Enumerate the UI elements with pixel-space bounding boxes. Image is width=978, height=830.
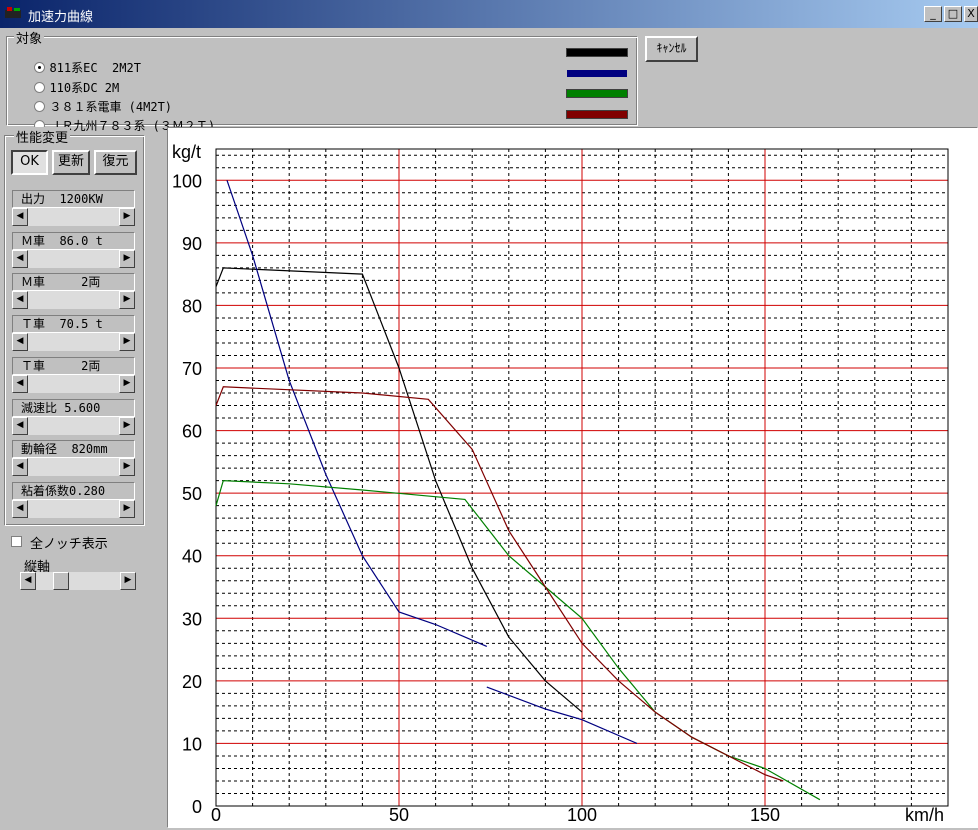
y-tick-label: 30: [182, 609, 202, 629]
y-tick-label: 0: [192, 797, 202, 817]
target-option-110[interactable]: 110系DC 2M: [20, 65, 119, 95]
x-tick-label: 150: [750, 805, 780, 825]
scroll-left-arrow-icon[interactable]: ◀: [20, 572, 36, 590]
series-color-swatch: [566, 69, 628, 78]
title-bar: 加速力曲線 _ □ X: [0, 0, 978, 28]
param-scrollbar[interactable]: ◀ ▶: [12, 374, 135, 393]
chart-panel: 0 10 20 30 40 50 60 70 80 90 100 0 50 100 150 kg/t km/h: [167, 127, 978, 828]
close-button[interactable]: X: [964, 6, 978, 22]
param-scrollbar[interactable]: ◀ ▶: [12, 499, 135, 518]
param-scrollbar[interactable]: ◀ ▶: [12, 333, 135, 352]
param-row: Ｔ車 70.5 t ◀ ▶: [12, 315, 135, 356]
cancel-button[interactable]: ｷｬﾝｾﾙ: [645, 36, 698, 62]
vertical-axis-scrollbar[interactable]: ◀ ▶: [20, 572, 136, 590]
param-row: 粘着係数0.280 ◀ ▶: [12, 481, 135, 523]
scroll-right-arrow-icon[interactable]: ▶: [119, 249, 135, 268]
y-tick-label: 90: [182, 234, 202, 254]
param-label: Ｔ車 70.5 t: [12, 315, 135, 334]
target-option-811[interactable]: 811系EC 2M2T: [20, 45, 141, 75]
param-scrollbar[interactable]: ◀ ▶: [12, 416, 135, 435]
param-row: 減速比 5.600 ◀ ▶: [12, 398, 135, 440]
acceleration-chart: 0 10 20 30 40 50 60 70 80 90 100 0 50 100 150 kg/t km/h: [172, 142, 949, 825]
x-tick-label: 100: [567, 805, 597, 825]
scroll-right-arrow-icon[interactable]: ▶: [119, 291, 135, 310]
series-color-swatch: [566, 89, 628, 98]
scroll-right-arrow-icon[interactable]: ▶: [119, 499, 135, 518]
series-color-swatch: [566, 110, 628, 119]
param-scrollbar[interactable]: ◀ ▶: [12, 208, 135, 226]
param-label: Ｔ車 2両: [12, 356, 135, 375]
scroll-right-arrow-icon[interactable]: ▶: [119, 458, 135, 477]
param-row: 動輪径 820mm ◀ ▶: [12, 440, 135, 481]
scroll-left-arrow-icon[interactable]: ◀: [12, 249, 28, 268]
param-label: 動輪径 820mm: [12, 440, 135, 459]
x-tick-label: 0: [211, 805, 221, 825]
app-icon: [5, 7, 21, 18]
scroll-right-arrow-icon[interactable]: ▶: [119, 208, 135, 226]
y-tick-label: 40: [182, 547, 202, 567]
param-row: 出力 1200KW ◀ ▶: [12, 190, 135, 231]
maximize-button[interactable]: □: [944, 6, 962, 22]
param-scrollbar[interactable]: ◀ ▶: [12, 249, 135, 268]
ok-button[interactable]: OK: [11, 150, 48, 175]
scroll-left-arrow-icon[interactable]: ◀: [12, 291, 28, 310]
param-label: 粘着係数0.280: [12, 481, 135, 500]
y-tick-label: 50: [182, 484, 202, 504]
minimize-button[interactable]: _: [924, 6, 942, 22]
scroll-left-arrow-icon[interactable]: ◀: [12, 333, 28, 352]
param-row: Ｍ車 2両 ◀ ▶: [12, 273, 135, 314]
param-row: Ｍ車 86.0 t ◀ ▶: [12, 231, 135, 273]
series-line: [215, 479, 821, 801]
y-axis-label: kg/t: [172, 142, 201, 162]
y-tick-label: 80: [182, 296, 202, 316]
scroll-left-arrow-icon[interactable]: ◀: [12, 416, 28, 435]
param-label: Ｍ車 2両: [12, 273, 135, 292]
scroll-right-arrow-icon[interactable]: ▶: [119, 333, 135, 352]
scroll-right-arrow-icon[interactable]: ▶: [120, 572, 136, 590]
series-line: [226, 180, 488, 647]
param-row: Ｔ車 2両 ◀ ▶: [12, 356, 135, 398]
series-color-swatch: [566, 48, 628, 57]
y-tick-label: 20: [182, 672, 202, 692]
update-button[interactable]: 更新: [52, 150, 90, 175]
x-tick-label: 50: [389, 805, 409, 825]
scroll-thumb[interactable]: [53, 572, 69, 590]
y-tick-label: 100: [172, 171, 202, 191]
y-tick-label: 70: [182, 359, 202, 379]
all-notch-label: 全ノッチ表示: [30, 537, 108, 552]
param-label: Ｍ車 86.0 t: [12, 231, 135, 250]
y-tick-label: 60: [182, 422, 202, 442]
target-option-381[interactable]: ３８１系電車 (4M2T): [20, 84, 172, 114]
scroll-left-arrow-icon[interactable]: ◀: [12, 208, 28, 226]
restore-button[interactable]: 復元: [94, 150, 137, 175]
series-line: [215, 386, 784, 782]
performance-group-title: 性能変更: [14, 127, 71, 146]
param-label: 出力 1200KW: [12, 190, 135, 208]
param-scrollbar[interactable]: ◀ ▶: [12, 458, 135, 477]
scroll-left-arrow-icon[interactable]: ◀: [12, 499, 28, 518]
scroll-left-arrow-icon[interactable]: ◀: [12, 458, 28, 477]
x-axis-label: km/h: [905, 805, 944, 825]
all-notch-checkbox[interactable]: [11, 536, 22, 547]
window-title: 加速力曲線: [28, 10, 94, 25]
scroll-left-arrow-icon[interactable]: ◀: [12, 374, 28, 393]
scroll-right-arrow-icon[interactable]: ▶: [119, 416, 135, 435]
y-tick-label: 10: [182, 734, 202, 754]
param-label: 減速比 5.600: [12, 398, 135, 417]
scroll-right-arrow-icon[interactable]: ▶: [119, 374, 135, 393]
target-option-783[interactable]: ＪＲ九州７８３系 (３Ｍ２Ｔ): [20, 103, 215, 133]
param-scrollbar[interactable]: ◀ ▶: [12, 291, 135, 310]
